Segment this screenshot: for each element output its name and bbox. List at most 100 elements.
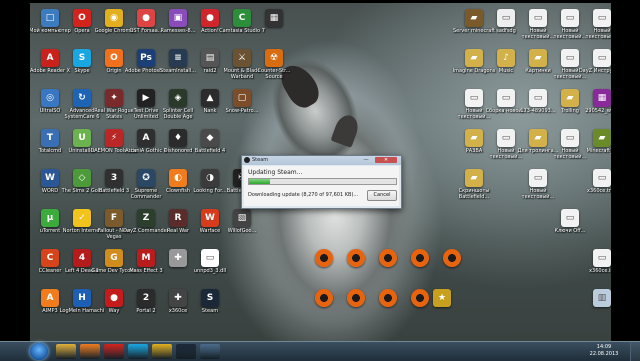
steam-icon xyxy=(244,157,250,163)
game-shortcut[interactable] xyxy=(402,287,438,323)
app-icon: ▭ xyxy=(561,9,579,27)
desktop[interactable]: □ Мой компьютер O Opera ◉ Google Chrome ● OST F… xyxy=(0,3,640,341)
app-icon: ● xyxy=(105,289,123,307)
desktop-icon[interactable]: ▭ Новый текстовый... xyxy=(520,167,556,203)
update-progress-fill xyxy=(249,179,270,184)
app-icon: ♪ xyxy=(497,49,515,67)
app-icon: ↻ xyxy=(73,89,91,107)
taskbar-media-player-icon[interactable] xyxy=(80,344,100,359)
app-icon: ▰ xyxy=(529,129,547,147)
dialog-title: Steam xyxy=(252,157,269,163)
app-icon: ▭ xyxy=(529,9,547,27)
desktop-icon-label: Ключи Off... xyxy=(554,228,586,234)
app-icon: ▭ xyxy=(201,249,219,267)
game-icon xyxy=(315,289,333,307)
app-icon: ▰ xyxy=(465,9,483,27)
app-icon: C xyxy=(41,249,59,267)
app-icon: ⚔ xyxy=(233,49,251,67)
cancel-button[interactable]: Cancel xyxy=(367,190,397,201)
start-button[interactable] xyxy=(30,343,48,360)
app-icon: ● xyxy=(137,9,155,27)
close-button[interactable]: ✕ xyxy=(375,157,397,163)
desktop-icon[interactable]: ▭ Ключи Off... xyxy=(552,207,588,243)
app-icon: ▭ xyxy=(529,169,547,187)
game-shortcut[interactable] xyxy=(434,247,470,283)
app-icon: □ xyxy=(41,9,59,27)
app-icon: ▦ xyxy=(593,89,611,107)
update-status-text: Updating Steam... xyxy=(248,169,303,176)
app-icon: ⚡ xyxy=(105,129,123,147)
desktop-icon[interactable]: S Steam xyxy=(192,287,228,323)
app-icon: H xyxy=(73,289,91,307)
app-icon: ▶ xyxy=(137,89,155,107)
desktop-icon-label: WillofGoo... xyxy=(227,228,257,234)
desktop-icon[interactable]: ◆ Battlefield 4 xyxy=(192,127,228,163)
app-icon: ♦ xyxy=(169,129,187,147)
app-icon: ▲ xyxy=(201,89,219,107)
app-icon: ☢ xyxy=(265,49,283,67)
app-icon: 4 xyxy=(73,249,91,267)
app-icon: A xyxy=(137,129,155,147)
desktop-icon[interactable]: ▦ xyxy=(256,7,292,43)
app-icon: R xyxy=(169,209,187,227)
app-icon: 3 xyxy=(105,169,123,187)
app-icon: ▭ xyxy=(497,129,515,147)
taskbar-unknown-icon[interactable] xyxy=(200,344,220,359)
minimize-button[interactable]: — xyxy=(360,157,372,163)
app-icon: ▭ xyxy=(561,129,579,147)
dialog-body: Updating Steam... Downloading update (8,… xyxy=(244,166,399,206)
update-progress-bar xyxy=(248,178,397,185)
taskbar-explorer-icon[interactable] xyxy=(56,344,76,359)
letterbox-right xyxy=(611,0,640,341)
app-icon: ◈ xyxy=(169,89,187,107)
desktop-icon[interactable]: ▢ Snow-Patro... xyxy=(224,87,260,123)
app-icon: U xyxy=(73,129,91,147)
app-icon: ▤ xyxy=(201,49,219,67)
letterbox-left xyxy=(0,0,30,341)
app-icon: ▧ xyxy=(233,209,251,227)
app-icon: ▦ xyxy=(265,9,283,27)
steam-update-dialog: Steam — ✕ Updating Steam... Downloading … xyxy=(241,155,402,209)
desktop-icon[interactable]: ▭ unnpd3_3.dll xyxy=(192,247,228,283)
taskbar-opera-icon[interactable] xyxy=(104,344,124,359)
taskbar-chrome-icon[interactable] xyxy=(152,344,172,359)
app-icon: O xyxy=(73,9,91,27)
app-icon: ▥ xyxy=(593,289,611,307)
app-icon: ▭ xyxy=(561,209,579,227)
game-icon xyxy=(379,249,397,267)
app-icon: ▭ xyxy=(561,49,579,67)
app-icon: C xyxy=(233,9,251,27)
app-icon: ◑ xyxy=(201,169,219,187)
game-icon xyxy=(315,249,333,267)
app-icon: W xyxy=(41,169,59,187)
show-desktop-button[interactable] xyxy=(630,342,640,361)
taskbar-skype-icon[interactable] xyxy=(128,344,148,359)
app-icon: A xyxy=(41,49,59,67)
app-icon: ▰ xyxy=(529,49,547,67)
app-icon: Ps xyxy=(137,49,155,67)
app-icon: A xyxy=(41,289,59,307)
desktop-icon[interactable]: ▰ Скриншоты Battlefield... xyxy=(456,167,492,203)
desktop-icon[interactable]: ▧ WillofGoo... xyxy=(224,207,260,243)
app-icon: T xyxy=(41,129,59,147)
app-icon: ✚ xyxy=(169,289,187,307)
app-icon: O xyxy=(105,49,123,67)
app-icon: Z xyxy=(137,209,155,227)
desktop-icon-label: Counter-Str... Source xyxy=(257,68,291,80)
taskbar-steam-icon[interactable] xyxy=(176,344,196,359)
app-icon: ▭ xyxy=(593,249,611,267)
dialog-titlebar[interactable]: Steam — ✕ xyxy=(242,156,401,165)
app-icon: ▭ xyxy=(593,9,611,27)
app-icon: ▢ xyxy=(233,89,251,107)
app-icon: ▰ xyxy=(561,89,579,107)
game-icon xyxy=(411,289,429,307)
app-icon: ◎ xyxy=(41,89,59,107)
app-icon: ◐ xyxy=(169,169,187,187)
desktop-icon[interactable]: ☢ Counter-Str... Source xyxy=(256,47,292,83)
app-icon: 2 xyxy=(137,289,155,307)
app-icon: ▰ xyxy=(593,129,611,147)
tray-clock[interactable]: 14:09 22.08.2013 xyxy=(584,344,624,358)
app-icon: ≡ xyxy=(169,49,187,67)
tray-time: 14:09 xyxy=(596,344,612,350)
screen: □ Мой компьютер O Opera ◉ Google Chrome ● OST F… xyxy=(0,0,640,361)
